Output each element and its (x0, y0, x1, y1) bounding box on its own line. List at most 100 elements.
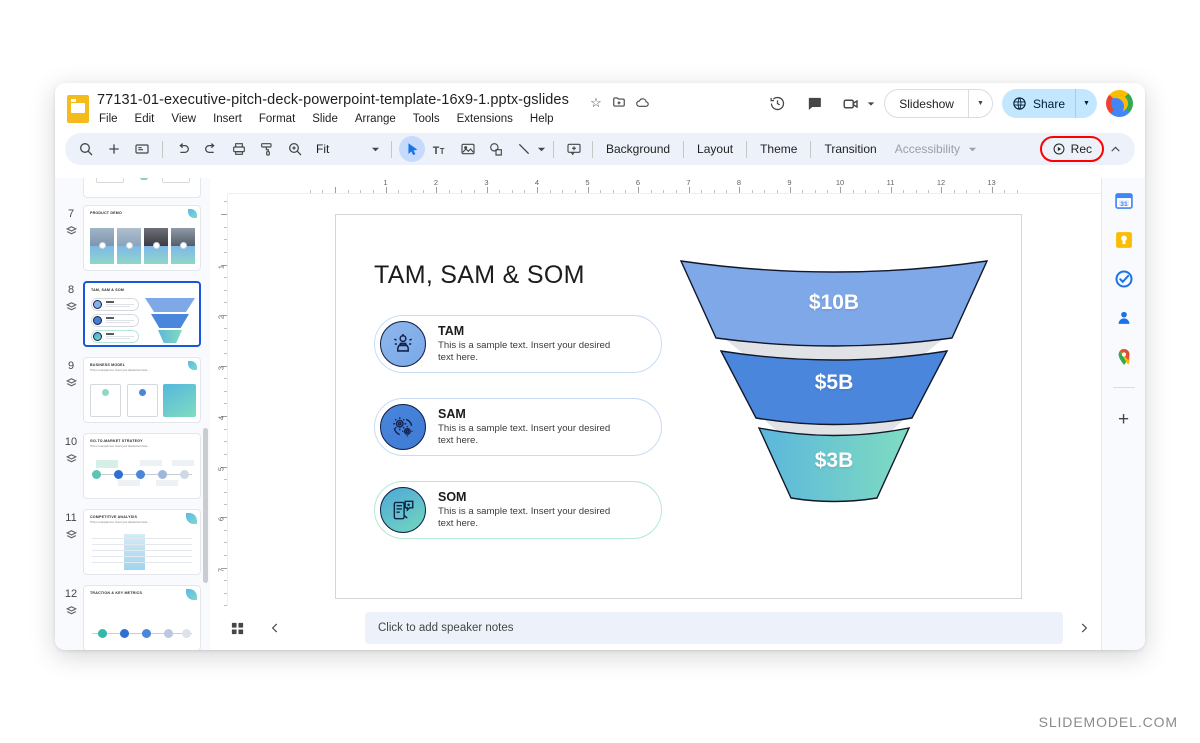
line-icon[interactable] (511, 136, 537, 162)
slideshow-dropdown-icon[interactable]: ▼ (967, 90, 992, 117)
add-side-panel-icon[interactable]: + (1113, 408, 1135, 430)
slide-thumbnail-8[interactable]: TAM, SAM & SOM (83, 281, 201, 347)
list-item[interactable]: 9 BUSINESS MODEL This is a sample text. … (55, 352, 210, 428)
select-cursor-icon[interactable] (399, 136, 425, 162)
star-icon[interactable]: ☆ (588, 95, 604, 111)
toolbar-background-button[interactable]: Background (598, 138, 678, 160)
slide-card-sam[interactable]: SAM This is a sample text. Insert your d… (374, 398, 662, 456)
ruler-tick (991, 187, 993, 193)
list-item[interactable]: 7 PRODUCT DEMO (55, 200, 210, 276)
ruler-tick (1004, 190, 1006, 193)
collapse-toolbar-icon[interactable] (1103, 137, 1127, 161)
grid-view-icon[interactable] (228, 619, 246, 637)
chevron-right-icon[interactable] (1073, 621, 1095, 635)
ruler-tick (739, 187, 740, 193)
print-icon[interactable] (226, 136, 252, 162)
list-item[interactable] (55, 178, 210, 200)
list-item[interactable]: 10 GO-TO-MARKET STRATEGY This is a sampl… (55, 428, 210, 504)
version-history-icon[interactable] (763, 90, 791, 118)
megaphone-person-icon (380, 321, 426, 367)
ruler-tick (726, 190, 728, 193)
slide-thumbnail-11[interactable]: COMPETITIVE ANALYSIS This is a sample te… (83, 509, 201, 575)
slide-thumbnail-6[interactable] (83, 178, 201, 198)
new-slide-icon[interactable] (129, 136, 155, 162)
menu-item-edit[interactable]: Edit (133, 112, 157, 126)
paint-format-icon[interactable] (254, 136, 280, 162)
add-icon[interactable] (101, 136, 127, 162)
share-dropdown-icon[interactable]: ▼ (1075, 89, 1097, 118)
google-calendar-icon[interactable]: 31 (1114, 191, 1134, 211)
shape-icon[interactable] (483, 136, 509, 162)
horizontal-ruler[interactable]: 1 2 3 4 5 6 7 8 9 10 11 12 13 (228, 178, 1101, 194)
speaker-notes-input[interactable]: Click to add speaker notes (365, 612, 1063, 644)
undo-icon[interactable] (170, 136, 196, 162)
avatar[interactable] (1106, 90, 1133, 117)
menu-item-insert[interactable]: Insert (211, 112, 244, 126)
toolbar-theme-button[interactable]: Theme (752, 138, 805, 160)
thumb-subtitle: This is a sample text. Insert your desir… (90, 521, 149, 524)
ruler-label: 1 (383, 178, 388, 187)
menu-item-tools[interactable]: Tools (411, 112, 442, 126)
menu-item-slide[interactable]: Slide (310, 112, 340, 126)
comment-add-icon[interactable] (561, 136, 587, 162)
slide-thumbnail-7[interactable]: PRODUCT DEMO (83, 205, 201, 271)
search-icon[interactable] (73, 136, 99, 162)
ruler-tick (840, 187, 841, 193)
google-maps-icon[interactable] (1114, 347, 1134, 367)
ruler-tick (224, 580, 227, 582)
document-title[interactable]: 77131-01-executive-pitch-deck-powerpoint… (97, 92, 569, 108)
redo-icon[interactable] (198, 136, 224, 162)
zoom-icon[interactable] (282, 136, 308, 162)
ruler-label: 2 (433, 178, 439, 187)
chevron-left-icon[interactable] (266, 619, 284, 637)
slide-thumbnail-10[interactable]: GO-TO-MARKET STRATEGY This is a sample t… (83, 433, 201, 499)
slide-number: 10 (64, 436, 78, 448)
menu-item-file[interactable]: File (97, 112, 120, 126)
funnel-chart[interactable]: $10B $5B $3B (669, 253, 999, 513)
toolbar-accessibility-button[interactable]: Accessibility (887, 138, 968, 160)
slide-title[interactable]: TAM, SAM & SOM (374, 261, 585, 290)
menu-item-help[interactable]: Help (528, 112, 556, 126)
rec-button[interactable]: Rec (1039, 136, 1105, 162)
text-box-icon[interactable]: T T (427, 136, 453, 162)
meet-camera-icon[interactable] (837, 90, 865, 118)
google-contacts-icon[interactable] (1114, 308, 1134, 328)
zoom-level-select[interactable]: Fit (310, 136, 384, 162)
layers-icon (65, 378, 77, 387)
toolbar-transition-button[interactable]: Transition (816, 138, 884, 160)
toolbar-layout-button[interactable]: Layout (689, 138, 741, 160)
insert-image-icon[interactable] (455, 136, 481, 162)
list-item[interactable]: 12 TRACTION & KEY METRICS (55, 580, 210, 650)
meet-dropdown-icon[interactable] (867, 100, 875, 108)
move-to-folder-icon[interactable] (611, 95, 627, 111)
ruler-tick (587, 187, 589, 193)
list-item[interactable]: 8 TAM, SAM & SOM (55, 276, 210, 352)
menu-item-extensions[interactable]: Extensions (455, 112, 515, 126)
slideshow-button[interactable]: Slideshow (885, 90, 968, 117)
google-keep-icon[interactable] (1114, 230, 1134, 250)
ruler-tick (224, 352, 227, 354)
menu-item-arrange[interactable]: Arrange (353, 112, 398, 126)
menu-item-view[interactable]: View (169, 112, 198, 126)
record-controls: Rec (1039, 136, 1127, 162)
slide-filmstrip[interactable]: 7 PRODUCT DEMO 8 TAM, SAM & SOM 9 BUSINE… (55, 178, 210, 650)
list-item[interactable]: 11 COMPETITIVE ANALYSIS This is a sample… (55, 504, 210, 580)
slide-thumbnail-9[interactable]: BUSINESS MODEL This is a sample text. In… (83, 357, 201, 423)
share-button[interactable]: Share (1002, 89, 1075, 118)
menu-item-format[interactable]: Format (257, 112, 297, 126)
card-text: TAM This is a sample text. Insert your d… (438, 324, 623, 364)
canvas-scroll-area[interactable]: TAM, SAM & SOM TAM This is a sample text… (228, 194, 1101, 606)
ruler-label: 4 (216, 416, 226, 421)
ruler-tick (524, 190, 526, 193)
vertical-ruler[interactable]: 1 2 3 4 5 6 7 (210, 194, 228, 607)
filmstrip-scrollbar[interactable] (203, 428, 208, 583)
comment-icon[interactable] (800, 90, 828, 118)
google-tasks-icon[interactable] (1114, 269, 1134, 289)
slide-card-som[interactable]: SOM This is a sample text. Insert your d… (374, 481, 662, 539)
ruler-tick (713, 190, 715, 193)
line-dropdown-icon[interactable] (537, 145, 546, 154)
slide-thumbnail-12[interactable]: TRACTION & KEY METRICS (83, 585, 201, 650)
cloud-saved-icon[interactable] (634, 95, 650, 111)
slide-canvas[interactable]: TAM, SAM & SOM TAM This is a sample text… (335, 214, 1022, 599)
slide-card-tam[interactable]: TAM This is a sample text. Insert your d… (374, 315, 662, 373)
